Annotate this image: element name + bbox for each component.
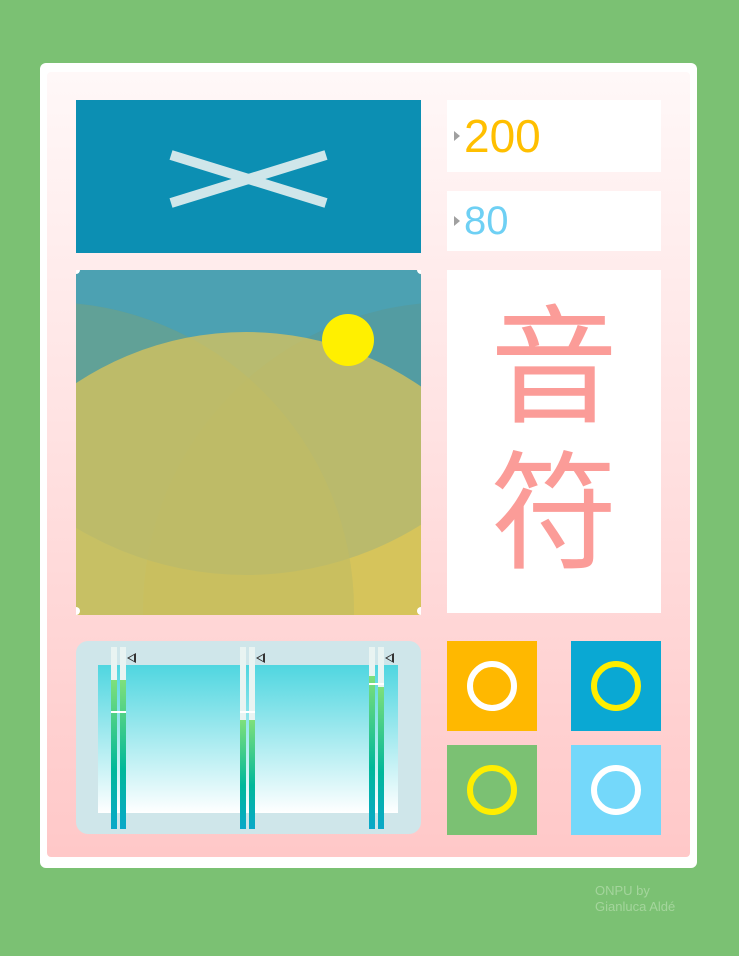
credit-line-1: ONPU by (595, 883, 650, 898)
stepper-arrow-icon[interactable] (454, 216, 460, 226)
ring-icon (591, 661, 641, 711)
yellow-circle (76, 332, 421, 615)
level-meters (76, 641, 421, 834)
value-stepper-primary[interactable]: 200 (447, 100, 661, 172)
corner-handle[interactable] (417, 607, 421, 615)
title-char-1: 音 (489, 293, 618, 443)
synth-frame: 200 80 音 符 (40, 63, 697, 868)
meter-pointer-icon[interactable] (256, 653, 265, 663)
sun-icon (322, 314, 374, 366)
credit-line-2: Gianluca Aldé (595, 899, 676, 914)
xy-pad-circles (76, 270, 421, 615)
preset-button-green[interactable] (447, 745, 537, 835)
ring-icon (467, 661, 517, 711)
cross-icon (169, 150, 328, 208)
credit-text: ONPU by Gianluca Aldé (595, 883, 705, 915)
level-meter-1[interactable] (111, 647, 136, 829)
value-stepper-secondary[interactable]: 80 (447, 191, 661, 251)
preset-button-lightblue[interactable] (571, 745, 661, 835)
level-meter-3[interactable] (369, 647, 394, 829)
primary-value: 200 (464, 110, 541, 162)
ring-icon (591, 765, 641, 815)
title-card: 音 符 (447, 270, 661, 613)
xy-pad[interactable] (76, 270, 421, 615)
ring-icon (467, 765, 517, 815)
mode-toggle-button[interactable] (76, 100, 421, 253)
meter-pointer-icon[interactable] (127, 653, 136, 663)
title-char-2: 符 (489, 439, 618, 589)
meter-pointer-icon[interactable] (385, 653, 394, 663)
level-meter-2[interactable] (240, 647, 265, 829)
preset-button-blue[interactable] (571, 641, 661, 731)
secondary-value: 80 (464, 199, 509, 243)
preset-button-orange[interactable] (447, 641, 537, 731)
stepper-arrow-icon[interactable] (454, 131, 460, 141)
synth-panel: 200 80 音 符 (47, 72, 690, 857)
